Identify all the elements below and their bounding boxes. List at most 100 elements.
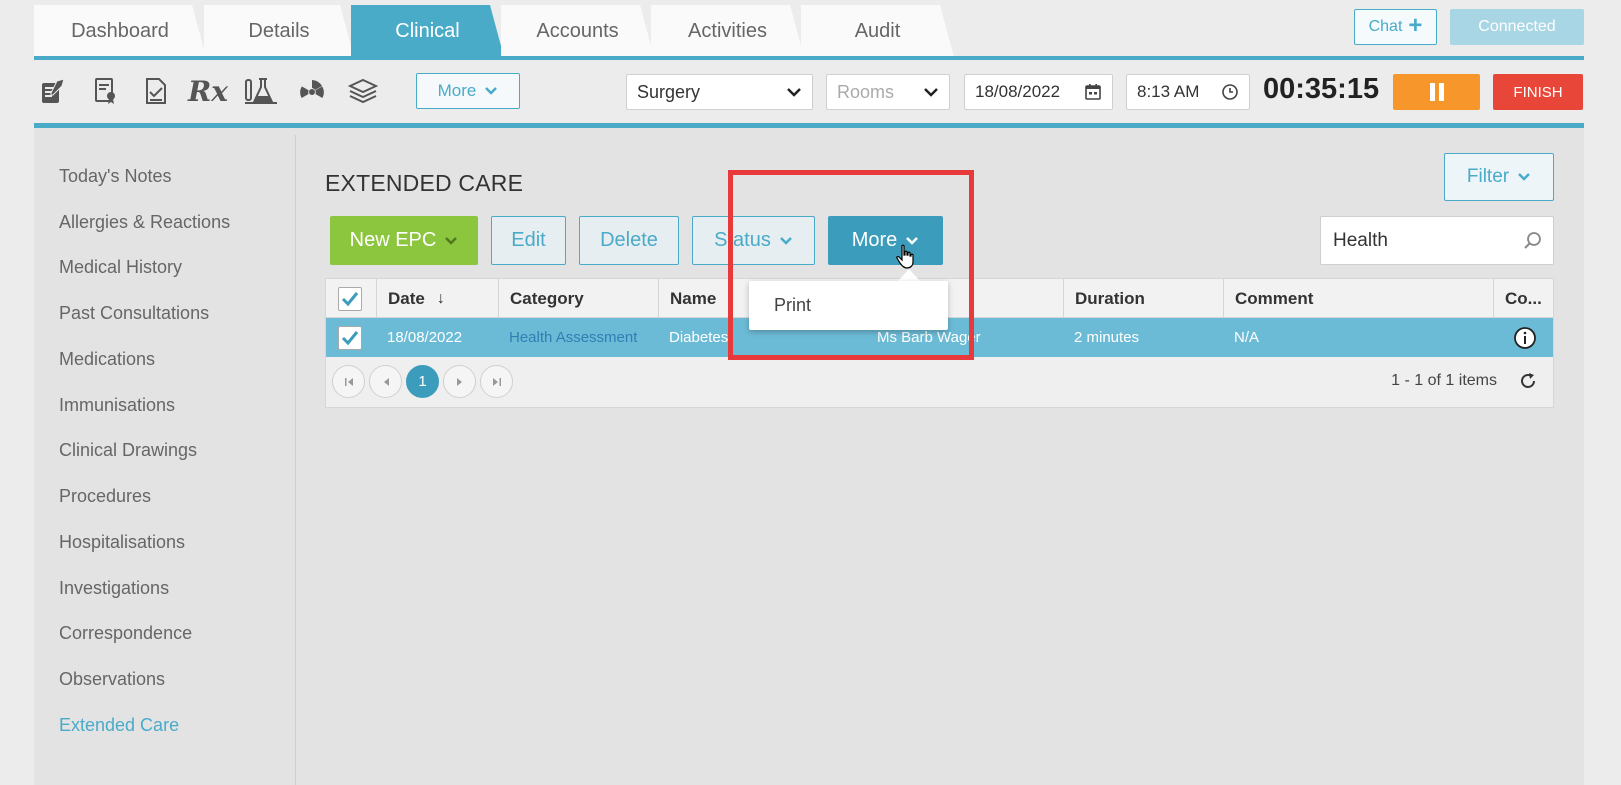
sidebar-item-medical-history[interactable]: Medical History (59, 257, 182, 278)
row-checkbox[interactable] (338, 325, 362, 350)
finish-label: FINISH (1513, 83, 1563, 101)
delete-button[interactable]: Delete (579, 216, 679, 265)
check-icon (341, 330, 359, 345)
tab-details[interactable]: Details (204, 5, 354, 57)
tab-accounts[interactable]: Accounts (501, 5, 654, 57)
date-value: 18/08/2022 (975, 82, 1061, 101)
toolbar-more-button[interactable]: More (416, 73, 520, 109)
sidebar-item-todays-notes[interactable]: Today's Notes (59, 166, 172, 187)
refresh-icon[interactable] (1517, 370, 1539, 397)
search-icon[interactable] (1523, 231, 1543, 251)
column-duration[interactable]: Duration (1063, 279, 1223, 318)
filter-label: Filter (1466, 166, 1510, 187)
location-select[interactable]: Surgery (626, 74, 813, 110)
new-epc-button[interactable]: New EPC (330, 216, 478, 265)
column-label: Date (388, 288, 425, 308)
rooms-select[interactable]: Rooms (826, 74, 950, 110)
connected-status-button[interactable]: Connected (1450, 9, 1584, 45)
pause-icon (1429, 83, 1444, 101)
next-page-icon[interactable] (443, 365, 476, 398)
tab-label: Activities (688, 19, 767, 42)
select-all-cell (326, 279, 376, 318)
info-icon[interactable] (1513, 326, 1537, 350)
page-number-button[interactable]: 1 (406, 365, 439, 398)
sidebar-item-past-consultations[interactable]: Past Consultations (59, 303, 209, 324)
more-label: More (851, 229, 898, 251)
delete-label: Delete (600, 229, 658, 251)
lab-icon[interactable] (243, 75, 279, 107)
column-category[interactable]: Category (498, 279, 658, 318)
chevron-down-icon (1518, 173, 1530, 181)
column-date[interactable]: Date ↓ (376, 279, 498, 318)
edit-button[interactable]: Edit (491, 216, 566, 265)
chevron-down-icon (779, 236, 792, 245)
pause-button[interactable] (1393, 74, 1480, 110)
last-page-icon[interactable] (480, 365, 513, 398)
column-co[interactable]: Co... (1493, 279, 1555, 318)
hand-cursor-icon (896, 244, 916, 275)
tab-clinical[interactable]: Clinical (351, 5, 504, 57)
status-button[interactable]: Status (692, 216, 815, 265)
sidebar-item-investigations[interactable]: Investigations (59, 578, 169, 599)
new-epc-label: New EPC (349, 229, 437, 251)
clinical-notes-icon[interactable] (37, 75, 69, 107)
tab-label: Dashboard (71, 19, 169, 42)
tab-audit[interactable]: Audit (801, 5, 954, 57)
time-value: 8:13 AM (1137, 82, 1200, 101)
more-menu: Print (749, 281, 948, 330)
tab-dashboard[interactable]: Dashboard (34, 5, 206, 57)
sidebar-item-correspondence[interactable]: Correspondence (59, 623, 192, 644)
sidebar-item-hospitalisations[interactable]: Hospitalisations (59, 532, 185, 553)
pager-info: 1 - 1 of 1 items (1391, 372, 1497, 389)
finish-button[interactable]: FINISH (1493, 74, 1583, 110)
date-picker[interactable]: 18/08/2022 (964, 74, 1113, 110)
tab-label: Clinical (395, 19, 460, 42)
education-icon[interactable] (347, 75, 379, 107)
chevron-down-icon (924, 88, 938, 97)
calendar-icon (1085, 84, 1101, 100)
first-page-icon[interactable] (332, 365, 365, 398)
consult-timer: 00:35:15 (1263, 73, 1380, 105)
cell-duration: 2 minutes (1074, 329, 1140, 346)
rooms-placeholder: Rooms (837, 81, 895, 102)
page-title: EXTENDED CARE (325, 170, 524, 196)
clock-icon (1222, 84, 1238, 100)
plus-icon: + (1408, 12, 1423, 39)
search-value: Health (1333, 229, 1388, 251)
previous-page-icon[interactable] (369, 365, 402, 398)
status-label: Status (714, 229, 771, 251)
chevron-down-icon (787, 88, 801, 97)
tab-label: Audit (854, 19, 901, 42)
connected-label: Connected (1478, 18, 1556, 35)
select-all-checkbox[interactable] (338, 286, 362, 311)
sidebar-item-immunisations[interactable]: Immunisations (59, 395, 175, 416)
column-comment[interactable]: Comment (1223, 279, 1493, 318)
search-input[interactable]: Health (1320, 216, 1554, 265)
time-picker[interactable]: 8:13 AM (1126, 74, 1250, 110)
sidebar-item-extended-care[interactable]: Extended Care (59, 715, 179, 736)
cell-category-link[interactable]: Health Assessment (498, 318, 658, 357)
sidebar-item-clinical-drawings[interactable]: Clinical Drawings (59, 440, 197, 461)
document-icon[interactable] (140, 75, 172, 107)
clinical-sidebar: Today's Notes Allergies & Reactions Medi… (34, 135, 296, 785)
sidebar-item-observations[interactable]: Observations (59, 669, 165, 690)
menu-item-print[interactable]: Print (774, 295, 811, 316)
more-label: More (437, 81, 477, 100)
grid-pager: 1 1 - 1 of 1 items (326, 357, 1553, 407)
certificate-icon[interactable] (89, 75, 121, 107)
radiology-icon[interactable] (296, 75, 328, 107)
row-select-cell (326, 318, 376, 357)
filter-button[interactable]: Filter (1444, 153, 1554, 201)
location-value: Surgery (637, 81, 701, 102)
main-tab-bar: Dashboard Details Clinical Accounts Acti… (34, 5, 1584, 57)
sidebar-item-medications[interactable]: Medications (59, 349, 155, 370)
chat-button[interactable]: Chat + (1354, 9, 1437, 45)
chevron-down-icon (445, 236, 458, 245)
rx-glyph: Rx (188, 74, 228, 108)
more-actions-button[interactable]: More (828, 216, 943, 265)
sidebar-item-allergies[interactable]: Allergies & Reactions (59, 212, 230, 233)
tab-activities[interactable]: Activities (651, 5, 804, 57)
cell-comment: N/A (1234, 329, 1260, 346)
prescription-icon[interactable]: Rx (188, 75, 228, 108)
sidebar-item-procedures[interactable]: Procedures (59, 486, 151, 507)
